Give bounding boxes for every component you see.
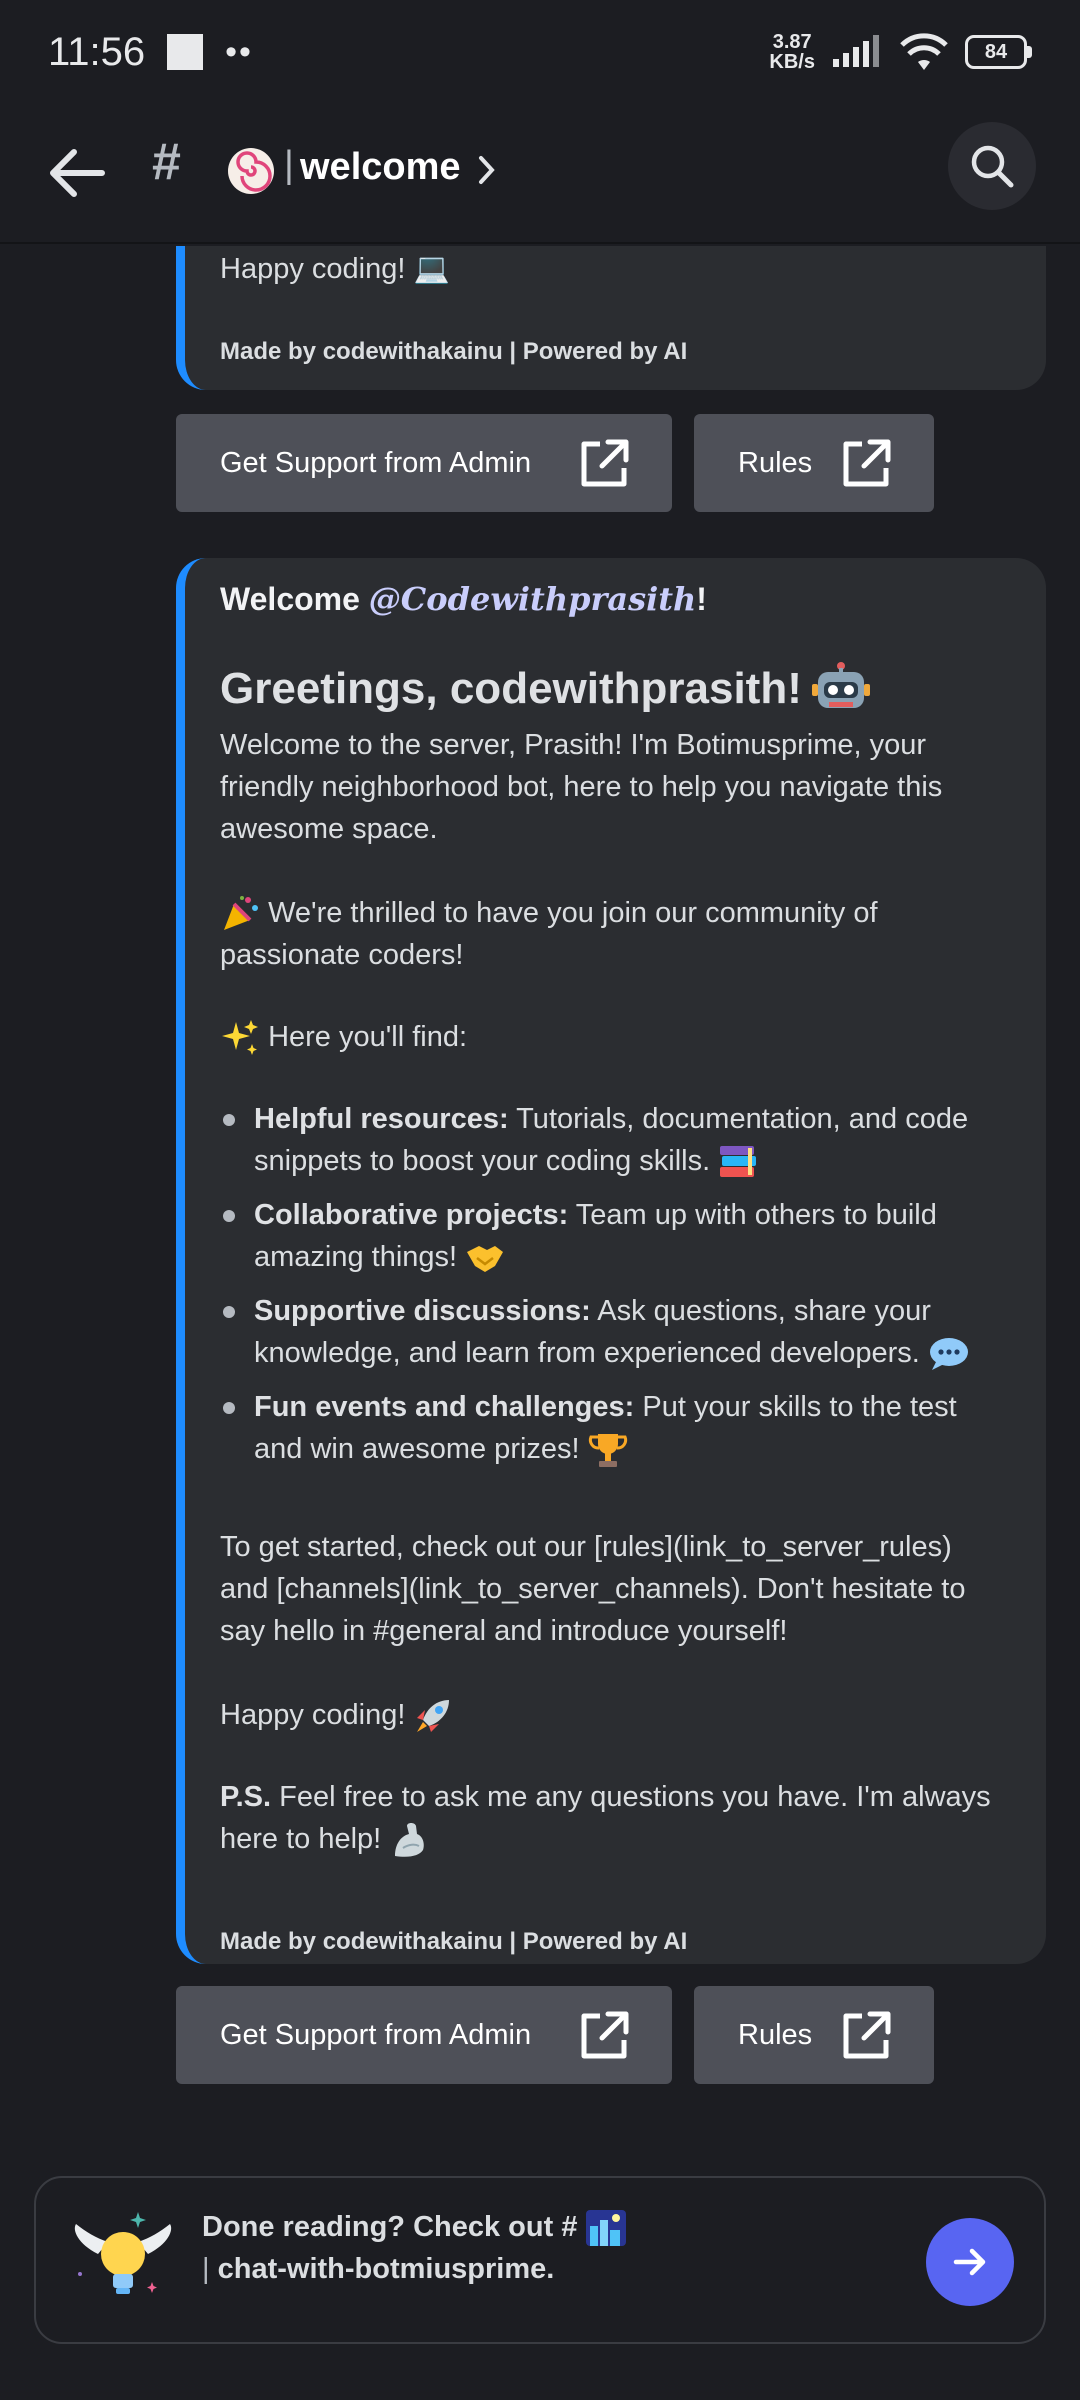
embed-footer: Made by codewithakainu | Powered by AI: [220, 1928, 688, 1955]
channel-name[interactable]: welcome: [300, 146, 461, 189]
intro-paragraph: Welcome to the server, Prasith! I'm Boti…: [220, 729, 943, 845]
embed-previous: Happy coding! 💻 Made by codewithakainu |…: [176, 246, 1046, 390]
sparkles-icon: [222, 1020, 258, 1056]
rules-button[interactable]: Rules: [694, 414, 934, 512]
status-bar: 11:56 •• 3.87 KB/s 84: [0, 0, 1080, 104]
get-support-button[interactable]: Get Support from Admin: [176, 414, 672, 512]
naruto-emoji-icon: [228, 148, 274, 194]
find-heading: Here you'll find:: [220, 1016, 1000, 1058]
winged-lightbulb-icon: [74, 2212, 172, 2294]
greeting-title: Greetings, codewithprasith!: [220, 660, 870, 718]
channel-separator: |: [284, 144, 294, 186]
happy-coding-text: Happy coding! 💻: [220, 253, 450, 285]
back-arrow-icon[interactable]: [46, 142, 108, 204]
battery-icon: 84: [965, 35, 1032, 69]
hash-icon: #: [152, 133, 181, 191]
battery-level: 84: [965, 35, 1027, 69]
go-to-channel-button[interactable]: [926, 2218, 1014, 2306]
channel-link[interactable]: chat-with-botmiusprime.: [218, 2253, 555, 2285]
arrow-right-icon: [953, 2248, 986, 2276]
ps-paragraph: P.S. Feel free to ask me any questions y…: [220, 1776, 1000, 1860]
search-button[interactable]: [948, 122, 1036, 210]
get-started-paragraph: To get started, check out our [rules](li…: [220, 1531, 966, 1647]
done-reading-text: Done reading? Check out # | chat-with-bo…: [202, 2206, 626, 2290]
channel-header: # | welcome: [0, 104, 1080, 244]
handshake-icon: [467, 1246, 504, 1273]
list-item: Collaborative projects: Team up with oth…: [220, 1194, 1000, 1278]
rules-label: Rules: [738, 446, 813, 479]
get-support-label: Get Support from Admin: [220, 2018, 532, 2051]
happy-coding-line: Happy coding!: [220, 1694, 1000, 1736]
thrilled-paragraph: We're thrilled to have you join our comm…: [220, 892, 1000, 976]
get-support-button[interactable]: Get Support from Admin: [176, 1986, 672, 2084]
network-speed-unit: KB/s: [769, 51, 815, 73]
robot-icon: [811, 662, 870, 708]
external-link-icon: [843, 2011, 891, 2059]
wifi-icon: [900, 33, 948, 70]
night-city-icon: [585, 2210, 626, 2247]
books-icon: [720, 1146, 757, 1178]
features-list: Helpful resources: Tutorials, documentat…: [220, 1098, 1000, 1482]
external-link-icon: [581, 2011, 629, 2059]
search-icon: [971, 145, 1014, 188]
list-item: Helpful resources: Tutorials, documentat…: [220, 1098, 1000, 1182]
welcome-line: Welcome @Codewithprasith!: [220, 580, 707, 618]
external-link-icon: [843, 439, 891, 487]
done-reading-card[interactable]: Done reading? Check out # | chat-with-bo…: [34, 2176, 1046, 2344]
list-item: Fun events and challenges: Put your skil…: [220, 1386, 1000, 1470]
external-link-icon: [581, 439, 629, 487]
more-notifications-icon: ••: [225, 32, 253, 71]
list-item: Supportive discussions: Ask questions, s…: [220, 1290, 1000, 1374]
flexed-biceps-icon: [395, 1823, 425, 1858]
notification-icon: [167, 34, 204, 70]
trophy-icon: [588, 1434, 627, 1468]
user-mention[interactable]: @Codewithprasith: [369, 580, 696, 618]
get-support-label: Get Support from Admin: [220, 446, 532, 479]
speech-bubble-icon: [929, 1338, 968, 1371]
welcome-embed: Welcome @Codewithprasith! Greetings, cod…: [176, 558, 1046, 1964]
clock: 11:56: [48, 29, 146, 74]
party-popper-icon: [224, 896, 258, 931]
chevron-right-icon[interactable]: [476, 152, 498, 188]
embed-footer: Made by codewithakainu | Powered by AI: [220, 338, 688, 365]
rocket-icon: [417, 1700, 450, 1733]
rules-label: Rules: [738, 2018, 813, 2051]
network-speed: 3.87 KB/s: [769, 32, 815, 72]
signal-icon: [833, 35, 879, 67]
rules-button[interactable]: Rules: [694, 1986, 934, 2084]
network-speed-value: 3.87: [772, 31, 812, 53]
